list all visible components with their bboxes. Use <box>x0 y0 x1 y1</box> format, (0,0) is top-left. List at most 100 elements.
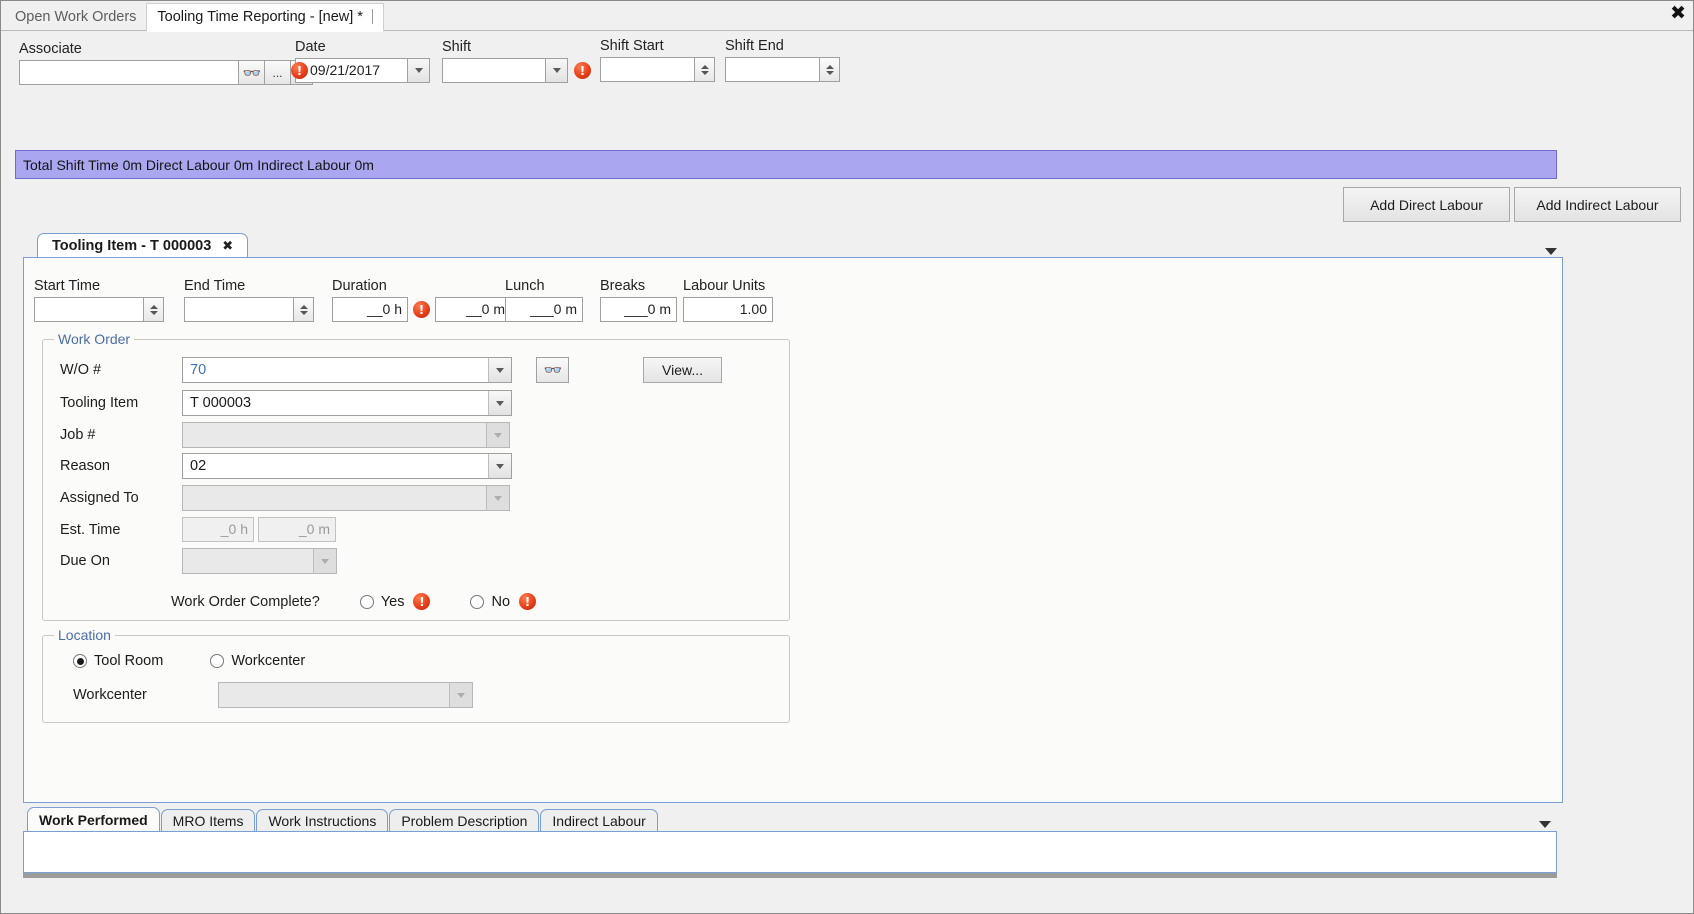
binoculars-icon[interactable]: 👓 <box>239 60 265 85</box>
associate-label: Associate <box>19 41 82 57</box>
header-form: Associate 👓 ... Date 09/21/2017 Shift <box>1 31 1693 143</box>
associate-ellipsis-button[interactable]: ... <box>265 60 291 85</box>
binoculars-glyph: 👓 <box>242 63 262 82</box>
tab-tooling-time-reporting-label: Tooling Time Reporting - [new] * <box>157 9 363 25</box>
location-workcenter-label: Workcenter <box>231 653 306 669</box>
location-tool-room-radio[interactable]: Tool Room <box>73 653 163 669</box>
spinner-down-icon <box>149 310 158 315</box>
lunch-input[interactable]: ___0 m <box>505 297 583 322</box>
location-radio-row: Tool Room Workcenter <box>73 653 305 669</box>
tab-mro-items[interactable]: MRO Items <box>160 809 256 832</box>
est-time-hours-input: _0 h <box>182 517 254 542</box>
work-order-complete-no-error-icon <box>519 593 537 610</box>
shift-start-label: Shift Start <box>600 38 664 54</box>
work-order-complete-no-radio[interactable]: No <box>470 594 510 610</box>
tab-tooling-time-reporting[interactable]: Tooling Time Reporting - [new] * <box>146 3 384 32</box>
tab-tooling-item[interactable]: Tooling Item - T 000003 ✖ <box>37 233 249 258</box>
tab-close-icon[interactable]: ✖ <box>222 239 233 254</box>
labour-units-label: Labour Units <box>683 278 766 294</box>
tooling-item-dropdown-icon[interactable] <box>488 391 511 415</box>
wo-number-combo[interactable]: 70 <box>182 357 512 383</box>
add-direct-labour-button[interactable]: Add Direct Labour <box>1343 187 1510 222</box>
work-performed-textarea[interactable] <box>23 831 1557 873</box>
shift-dropdown-icon[interactable] <box>546 58 568 83</box>
reason-dropdown-icon[interactable] <box>488 454 511 478</box>
work-order-complete-row: Work Order Complete? Yes No <box>171 593 537 610</box>
start-time-input-row <box>34 297 164 322</box>
date-error-icon <box>291 62 308 79</box>
start-time-spinner[interactable] <box>144 297 164 322</box>
shift-start-field-group: Shift Start <box>600 38 715 82</box>
est-time-row: Est. Time _0 h _0 m <box>60 517 336 542</box>
est-time-label: Est. Time <box>60 521 121 538</box>
chevron-down-icon <box>494 495 502 501</box>
tab-overflow-chevron-icon[interactable] <box>1545 248 1557 255</box>
duration-hours-error-icon <box>413 301 430 318</box>
workcenter-combo[interactable] <box>218 682 473 708</box>
spinner-up-icon <box>149 304 158 309</box>
shift-start-input-row <box>600 57 715 82</box>
work-order-complete-yes-radio[interactable]: Yes <box>359 594 404 610</box>
tab-work-performed[interactable]: Work Performed <box>27 807 160 832</box>
chevron-down-icon <box>494 432 502 438</box>
end-time-input-row <box>184 297 314 322</box>
bottom-tab-strip: Work Performed MRO Items Work Instructio… <box>27 807 1557 832</box>
tab-open-work-orders-label: Open Work Orders <box>15 9 137 25</box>
assigned-to-dropdown-icon[interactable] <box>486 486 509 510</box>
job-number-dropdown-icon[interactable] <box>486 423 509 447</box>
due-on-dropdown-icon[interactable] <box>313 549 336 573</box>
tab-text-cursor <box>371 9 373 24</box>
end-time-input[interactable] <box>184 297 294 322</box>
due-on-label: Due On <box>60 553 110 569</box>
shift-end-label: Shift End <box>725 38 784 54</box>
view-button[interactable]: View... <box>643 357 722 383</box>
labour-units-input-row: 1.00 <box>683 297 773 322</box>
shift-start-spinner[interactable] <box>695 57 715 82</box>
shift-start-input[interactable] <box>600 57 695 82</box>
duration-minutes-input[interactable]: __0 m <box>435 297 511 322</box>
tooling-item-combo[interactable]: T 000003 <box>182 390 512 416</box>
workcenter-dropdown-icon[interactable] <box>449 683 472 707</box>
shift-end-input[interactable] <box>725 57 820 82</box>
assigned-to-combo[interactable] <box>182 485 510 511</box>
associate-input-row: 👓 ... <box>19 60 313 85</box>
spinner-down-icon <box>299 310 308 315</box>
labour-units-input[interactable]: 1.00 <box>683 297 773 322</box>
tab-problem-description[interactable]: Problem Description <box>389 809 540 832</box>
workcenter-field-label: Workcenter <box>73 687 147 703</box>
duration-hours-input[interactable]: __0 h <box>332 297 408 322</box>
shift-field-group: Shift <box>442 39 591 83</box>
end-time-spinner[interactable] <box>294 297 314 322</box>
associate-input[interactable] <box>19 60 239 85</box>
breaks-group: Breaks ___0 m <box>600 278 677 322</box>
radio-circle-icon <box>359 594 374 609</box>
close-icon[interactable]: ✖ <box>1670 3 1686 23</box>
shift-end-spinner[interactable] <box>820 57 840 82</box>
tab-open-work-orders[interactable]: Open Work Orders <box>5 4 146 31</box>
tooling-item-label: Tooling Item <box>60 395 139 411</box>
tab-tooling-item-label: Tooling Item - T 000003 <box>52 238 212 254</box>
due-on-combo[interactable] <box>182 548 337 574</box>
date-input[interactable]: 09/21/2017 <box>295 58 408 83</box>
start-time-input[interactable] <box>34 297 144 322</box>
spinner-down-icon <box>700 70 709 75</box>
tab-indirect-labour[interactable]: Indirect Labour <box>540 809 658 832</box>
job-number-combo[interactable] <box>182 422 510 448</box>
location-workcenter-radio[interactable]: Workcenter <box>210 653 305 669</box>
work-order-group-label: Work Order <box>54 331 135 347</box>
bottom-tab-overflow-chevron-icon[interactable] <box>1539 821 1551 828</box>
tooling-item-row: Tooling Item T 000003 <box>60 390 512 416</box>
shift-input[interactable] <box>442 58 546 83</box>
date-dropdown-icon[interactable] <box>408 58 430 83</box>
add-indirect-labour-button[interactable]: Add Indirect Labour <box>1514 187 1681 222</box>
tab-work-instructions[interactable]: Work Instructions <box>256 809 389 832</box>
wo-search-binoculars-icon[interactable]: 👓 <box>536 357 569 383</box>
wo-number-row: W/O # 70 👓 View... <box>60 357 722 383</box>
panel-shadow <box>23 873 1557 878</box>
wo-number-dropdown-icon[interactable] <box>488 358 511 382</box>
date-field-group: Date 09/21/2017 <box>291 39 430 83</box>
reason-combo[interactable]: 02 <box>182 453 512 479</box>
start-time-label: Start Time <box>34 278 101 294</box>
breaks-input[interactable]: ___0 m <box>600 297 677 322</box>
lunch-label: Lunch <box>505 278 545 294</box>
